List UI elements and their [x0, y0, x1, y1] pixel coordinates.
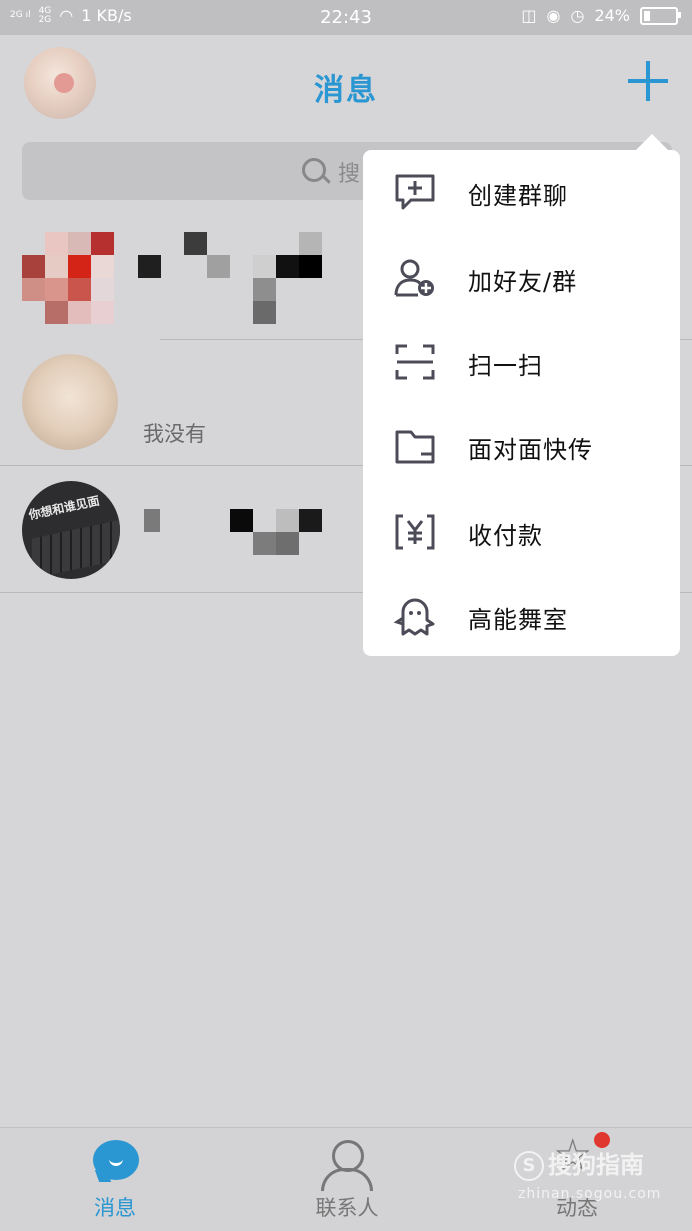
scan-icon: [393, 342, 437, 382]
menu-item-add-friend[interactable]: 加好友/群: [363, 236, 680, 320]
avatar: [22, 354, 118, 450]
avatar-text: 你想和谁见面: [27, 493, 101, 523]
add-friend-icon: [393, 258, 437, 298]
tab-contacts[interactable]: 联系人: [277, 1128, 417, 1231]
app-header: 消息: [0, 35, 692, 130]
menu-item-scan[interactable]: 扫一扫: [363, 320, 680, 404]
menu-label: 收付款: [468, 522, 543, 550]
menu-label: 高能舞室: [468, 606, 568, 634]
battery-icon: [640, 6, 681, 25]
search-placeholder: 搜: [338, 162, 361, 187]
avatar: 你想和谁见面: [22, 481, 120, 579]
popup-menu: 创建群聊 加好友/群 扫一扫 面对面快传 收付款 高能舞室: [363, 150, 680, 656]
lock-rotation-icon: ◉: [546, 6, 561, 25]
battery-percent: 24%: [594, 6, 630, 25]
status-right: ◫ ◉ ◷ 24%: [521, 6, 681, 25]
chat-bubble-icon: [93, 1140, 139, 1180]
menu-label: 面对面快传: [468, 436, 593, 464]
menu-label: 创建群聊: [468, 182, 568, 210]
create-group-icon: [393, 172, 437, 212]
folder-icon: [393, 426, 437, 466]
tab-label: 消息: [94, 1196, 136, 1220]
chat-preview: 我没有: [143, 422, 206, 446]
menu-item-payment[interactable]: 收付款: [363, 490, 680, 574]
ghost-icon: [393, 596, 437, 636]
menu-item-face-to-face[interactable]: 面对面快传: [363, 404, 680, 488]
menu-label: 扫一扫: [468, 352, 543, 380]
plus-icon[interactable]: [626, 59, 670, 103]
search-icon: [302, 158, 326, 182]
alarm-icon: ◷: [570, 6, 585, 25]
menu-item-dance-room[interactable]: 高能舞室: [363, 574, 680, 658]
status-bar: 2G ıl 4G 2G ◠ 1 KB/s 22:43 ◫ ◉ ◷ 24%: [0, 0, 692, 35]
payment-icon: [393, 512, 437, 552]
tab-label: 联系人: [315, 1196, 379, 1220]
menu-arrow: [636, 134, 668, 150]
watermark-logo: S 搜狗指南: [514, 1145, 644, 1181]
menu-label: 加好友/群: [468, 268, 578, 296]
menu-item-create-group[interactable]: 创建群聊: [363, 150, 680, 234]
page-title: 消息: [314, 73, 378, 108]
mute-icon: ◫: [521, 6, 537, 25]
watermark-url: zhinan.sogou.com: [518, 1186, 662, 1202]
tab-messages[interactable]: 消息: [45, 1128, 185, 1231]
